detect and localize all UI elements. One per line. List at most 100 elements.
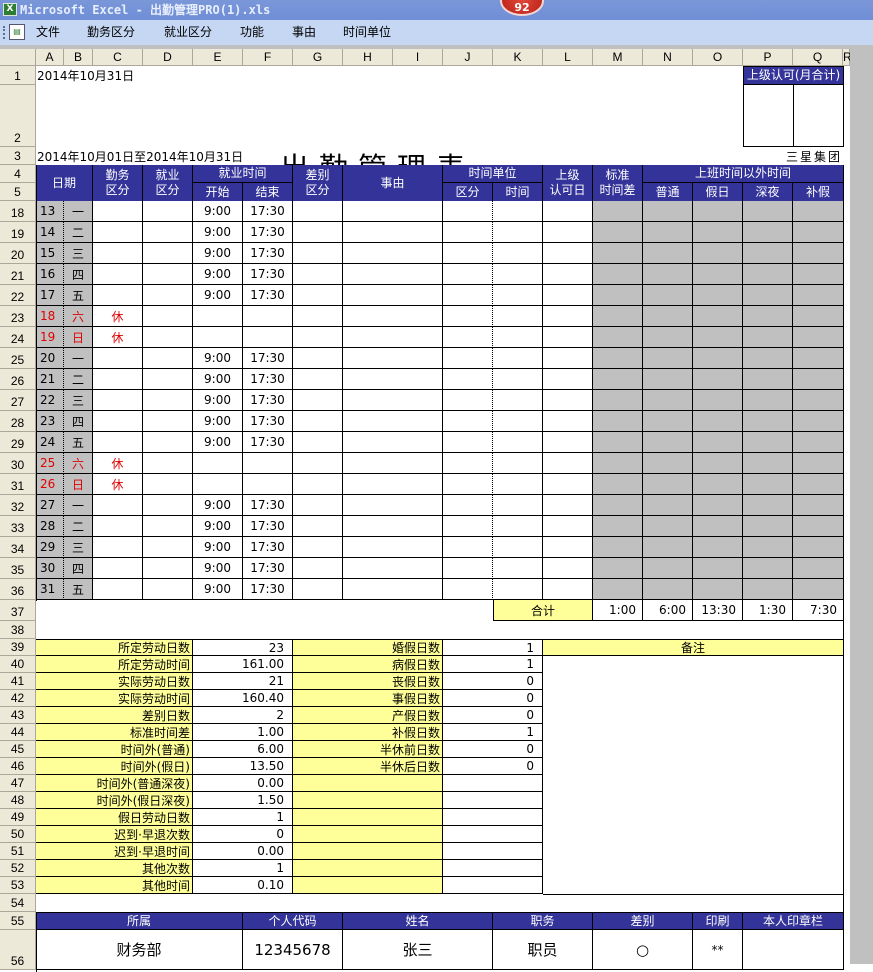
- std-diff-cell[interactable]: [593, 579, 643, 600]
- reason-cell[interactable]: [343, 285, 443, 306]
- summary-value[interactable]: 1: [193, 809, 293, 826]
- row-header-33[interactable]: 33: [0, 516, 36, 537]
- leave-value[interactable]: [443, 826, 543, 843]
- start-time-cell[interactable]: 9:00: [193, 264, 243, 285]
- time-unit-type-cell[interactable]: [443, 432, 493, 453]
- time-unit-type-cell[interactable]: [443, 369, 493, 390]
- ot-comp-cell[interactable]: [793, 327, 844, 348]
- approval-stamp-cell-2[interactable]: [793, 85, 844, 147]
- ot-normal-cell[interactable]: [643, 558, 693, 579]
- menu-function[interactable]: 功能: [240, 20, 264, 45]
- time-unit-time-cell[interactable]: [493, 516, 543, 537]
- ot-night-cell[interactable]: [743, 222, 793, 243]
- approval-date-cell[interactable]: [543, 243, 593, 264]
- worksheet[interactable]: ABCDEFGHIJKLMNOPQR 1 2 3 4 5 18 19 20 21 22 23 24 25…: [0, 49, 852, 972]
- std-diff-cell[interactable]: [593, 285, 643, 306]
- ot-normal-cell[interactable]: [643, 474, 693, 495]
- ot-normal-cell[interactable]: [643, 411, 693, 432]
- employment-type-cell[interactable]: [143, 558, 193, 579]
- time-unit-type-cell[interactable]: [443, 201, 493, 222]
- column-header-a[interactable]: A: [36, 49, 64, 66]
- approval-date-cell[interactable]: [543, 390, 593, 411]
- row-header-36[interactable]: 36: [0, 579, 36, 600]
- row-header-34[interactable]: 34: [0, 537, 36, 558]
- ot-comp-cell[interactable]: [793, 411, 844, 432]
- end-time-cell[interactable]: 17:30: [243, 285, 293, 306]
- std-diff-cell[interactable]: [593, 495, 643, 516]
- end-time-cell[interactable]: 17:30: [243, 264, 293, 285]
- ot-normal-cell[interactable]: [643, 348, 693, 369]
- duty-type-cell[interactable]: [93, 243, 143, 264]
- leave-value[interactable]: [443, 877, 543, 894]
- reason-cell[interactable]: [343, 495, 443, 516]
- employment-type-cell[interactable]: [143, 579, 193, 600]
- ot-comp-cell[interactable]: [793, 558, 844, 579]
- end-time-cell[interactable]: 17:30: [243, 201, 293, 222]
- ot-normal-cell[interactable]: [643, 285, 693, 306]
- reason-cell[interactable]: [343, 327, 443, 348]
- start-time-cell[interactable]: 9:00: [193, 558, 243, 579]
- weekday-cell[interactable]: 日: [64, 474, 93, 495]
- start-time-cell[interactable]: 9:00: [193, 495, 243, 516]
- reason-cell[interactable]: [343, 537, 443, 558]
- column-header-f[interactable]: F: [243, 49, 293, 66]
- start-time-cell[interactable]: [193, 453, 243, 474]
- row-header-20[interactable]: 20: [0, 243, 36, 264]
- day-cell[interactable]: 13: [36, 201, 64, 222]
- ot-comp-cell[interactable]: [793, 285, 844, 306]
- row-header-44[interactable]: 44: [0, 724, 36, 741]
- time-unit-time-cell[interactable]: [493, 327, 543, 348]
- std-diff-cell[interactable]: [593, 453, 643, 474]
- time-unit-type-cell[interactable]: [443, 390, 493, 411]
- employment-type-cell[interactable]: [143, 243, 193, 264]
- ot-normal-cell[interactable]: [643, 495, 693, 516]
- start-time-cell[interactable]: 9:00: [193, 537, 243, 558]
- reason-cell[interactable]: [343, 579, 443, 600]
- day-cell[interactable]: 30: [36, 558, 64, 579]
- summary-value[interactable]: 23: [193, 639, 293, 656]
- row-header-26[interactable]: 26: [0, 369, 36, 390]
- row-header-27[interactable]: 27: [0, 390, 36, 411]
- summary-value[interactable]: 1: [193, 860, 293, 877]
- ot-comp-cell[interactable]: [793, 306, 844, 327]
- time-unit-type-cell[interactable]: [443, 306, 493, 327]
- end-time-cell[interactable]: 17:30: [243, 243, 293, 264]
- time-unit-time-cell[interactable]: [493, 537, 543, 558]
- leave-value[interactable]: [443, 809, 543, 826]
- column-header-n[interactable]: N: [643, 49, 693, 66]
- diff-type-cell[interactable]: [293, 264, 343, 285]
- weekday-cell[interactable]: 日: [64, 327, 93, 348]
- summary-value[interactable]: 0.00: [193, 843, 293, 860]
- menu-employment-type[interactable]: 就业区分: [164, 20, 212, 45]
- column-header-i[interactable]: I: [393, 49, 443, 66]
- day-cell[interactable]: 14: [36, 222, 64, 243]
- ot-normal-cell[interactable]: [643, 264, 693, 285]
- time-unit-type-cell[interactable]: [443, 264, 493, 285]
- notes-area[interactable]: [543, 656, 844, 895]
- toolbar-grip-icon[interactable]: [3, 26, 5, 39]
- ot-normal-cell[interactable]: [643, 453, 693, 474]
- approval-date-cell[interactable]: [543, 579, 593, 600]
- menu-file[interactable]: 文件: [36, 20, 60, 45]
- diff-type-cell[interactable]: [293, 390, 343, 411]
- time-unit-type-cell[interactable]: [443, 411, 493, 432]
- row-header-28[interactable]: 28: [0, 411, 36, 432]
- diff-type-cell[interactable]: [293, 327, 343, 348]
- employment-type-cell[interactable]: [143, 537, 193, 558]
- time-unit-time-cell[interactable]: [493, 306, 543, 327]
- approval-date-cell[interactable]: [543, 453, 593, 474]
- row-header-40[interactable]: 40: [0, 656, 36, 673]
- row-header-2[interactable]: 2: [0, 85, 36, 147]
- ot-holiday-cell[interactable]: [693, 474, 743, 495]
- time-unit-time-cell[interactable]: [493, 453, 543, 474]
- start-time-cell[interactable]: [193, 327, 243, 348]
- time-unit-type-cell[interactable]: [443, 285, 493, 306]
- ot-night-cell[interactable]: [743, 453, 793, 474]
- approval-date-cell[interactable]: [543, 348, 593, 369]
- std-diff-cell[interactable]: [593, 201, 643, 222]
- row-header-25[interactable]: 25: [0, 348, 36, 369]
- duty-type-cell[interactable]: 休: [93, 306, 143, 327]
- ot-comp-cell[interactable]: [793, 453, 844, 474]
- start-time-cell[interactable]: 9:00: [193, 579, 243, 600]
- diff-type-cell[interactable]: [293, 453, 343, 474]
